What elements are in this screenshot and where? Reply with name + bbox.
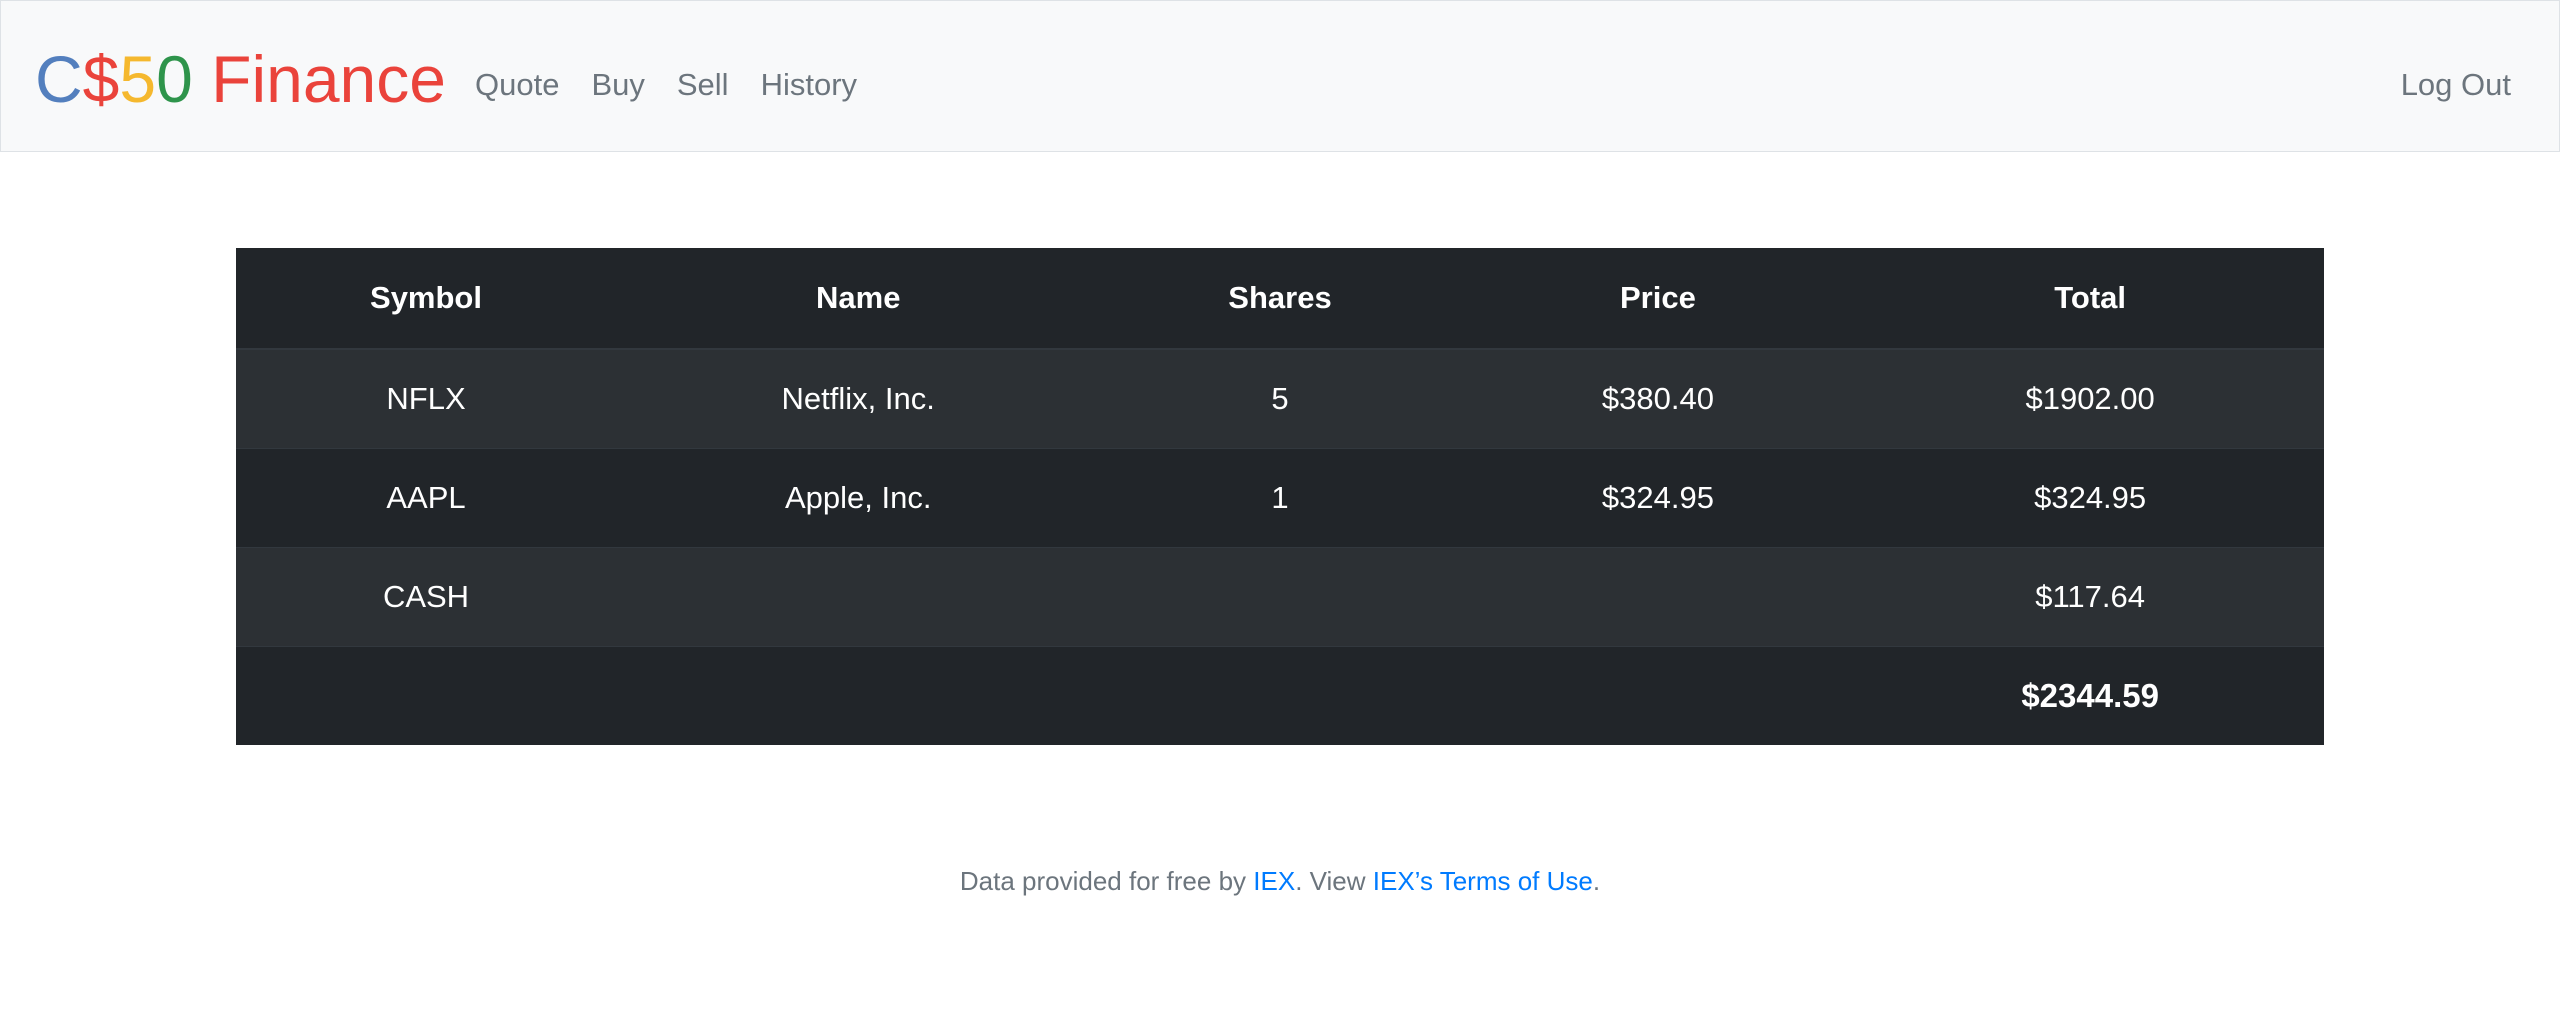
header-total: Total [1856, 248, 2324, 350]
header-name: Name [616, 248, 1101, 350]
nav-link-sell[interactable]: Sell [677, 63, 729, 107]
brand-letter-c: C [35, 42, 83, 116]
cell-symbol: AAPL [236, 448, 617, 548]
table-row: AAPL Apple, Inc. 1 $324.95 $324.95 [236, 448, 2324, 548]
cell-price [1459, 547, 1857, 647]
terms-of-use-link[interactable]: IEX’s Terms of Use [1373, 866, 1593, 896]
cell-total: $324.95 [1856, 448, 2324, 548]
portfolio-table-container: Symbol Name Shares Price Total NFLX Netf… [236, 248, 2324, 745]
logout-link[interactable]: Log Out [2401, 63, 2511, 107]
header-price: Price [1459, 248, 1857, 350]
table-row: NFLX Netflix, Inc. 5 $380.40 $1902.00 [236, 348, 2324, 449]
cell-shares: 1 [1100, 448, 1460, 548]
brand-logo[interactable]: C$50 Finance [35, 41, 446, 117]
navbar: C$50 Finance Quote Buy Sell History Log … [0, 0, 2560, 152]
cell-name: Apple, Inc. [616, 448, 1101, 548]
footer-middle: . View [1295, 866, 1373, 896]
nav-links: Quote Buy Sell History [475, 63, 889, 107]
cell-total: $1902.00 [1856, 348, 2324, 449]
brand-letter-dollar: $ [82, 42, 120, 116]
brand-letter-0: 0 [156, 42, 193, 116]
cell-price: $324.95 [1459, 448, 1857, 548]
cell-symbol: CASH [236, 547, 617, 647]
footer-empty-cell [616, 646, 1101, 745]
cell-name: Netflix, Inc. [616, 348, 1101, 449]
footer-empty-cell [236, 646, 617, 745]
footer-empty-cell [1459, 646, 1857, 745]
header-shares: Shares [1100, 248, 1460, 350]
cell-total: $117.64 [1856, 547, 2324, 647]
page-footer: Data provided for free by IEX. View IEX’… [0, 866, 2560, 897]
cell-symbol: NFLX [236, 348, 617, 449]
iex-link[interactable]: IEX [1253, 866, 1295, 896]
footer-suffix: . [1592, 866, 1601, 896]
nav-link-history[interactable]: History [761, 63, 857, 107]
cell-shares: 5 [1100, 348, 1460, 449]
cell-name [616, 547, 1101, 647]
cell-price: $380.40 [1459, 348, 1857, 449]
footer-prefix: Data provided for free by [959, 866, 1254, 896]
brand-word-finance: Finance [192, 42, 446, 116]
footer-empty-cell [1100, 646, 1460, 745]
nav-link-quote[interactable]: Quote [475, 63, 559, 107]
portfolio-table: Symbol Name Shares Price Total NFLX Netf… [236, 248, 2324, 745]
brand-letter-5: 5 [119, 42, 157, 116]
header-symbol: Symbol [236, 248, 617, 350]
table-row: CASH $117.64 [236, 547, 2324, 647]
nav-link-buy[interactable]: Buy [591, 63, 644, 107]
table-header-row: Symbol Name Shares Price Total [236, 248, 2324, 350]
grand-total: $2344.59 [1856, 646, 2324, 745]
cell-shares [1100, 547, 1460, 647]
table-footer-row: $2344.59 [236, 646, 2324, 745]
